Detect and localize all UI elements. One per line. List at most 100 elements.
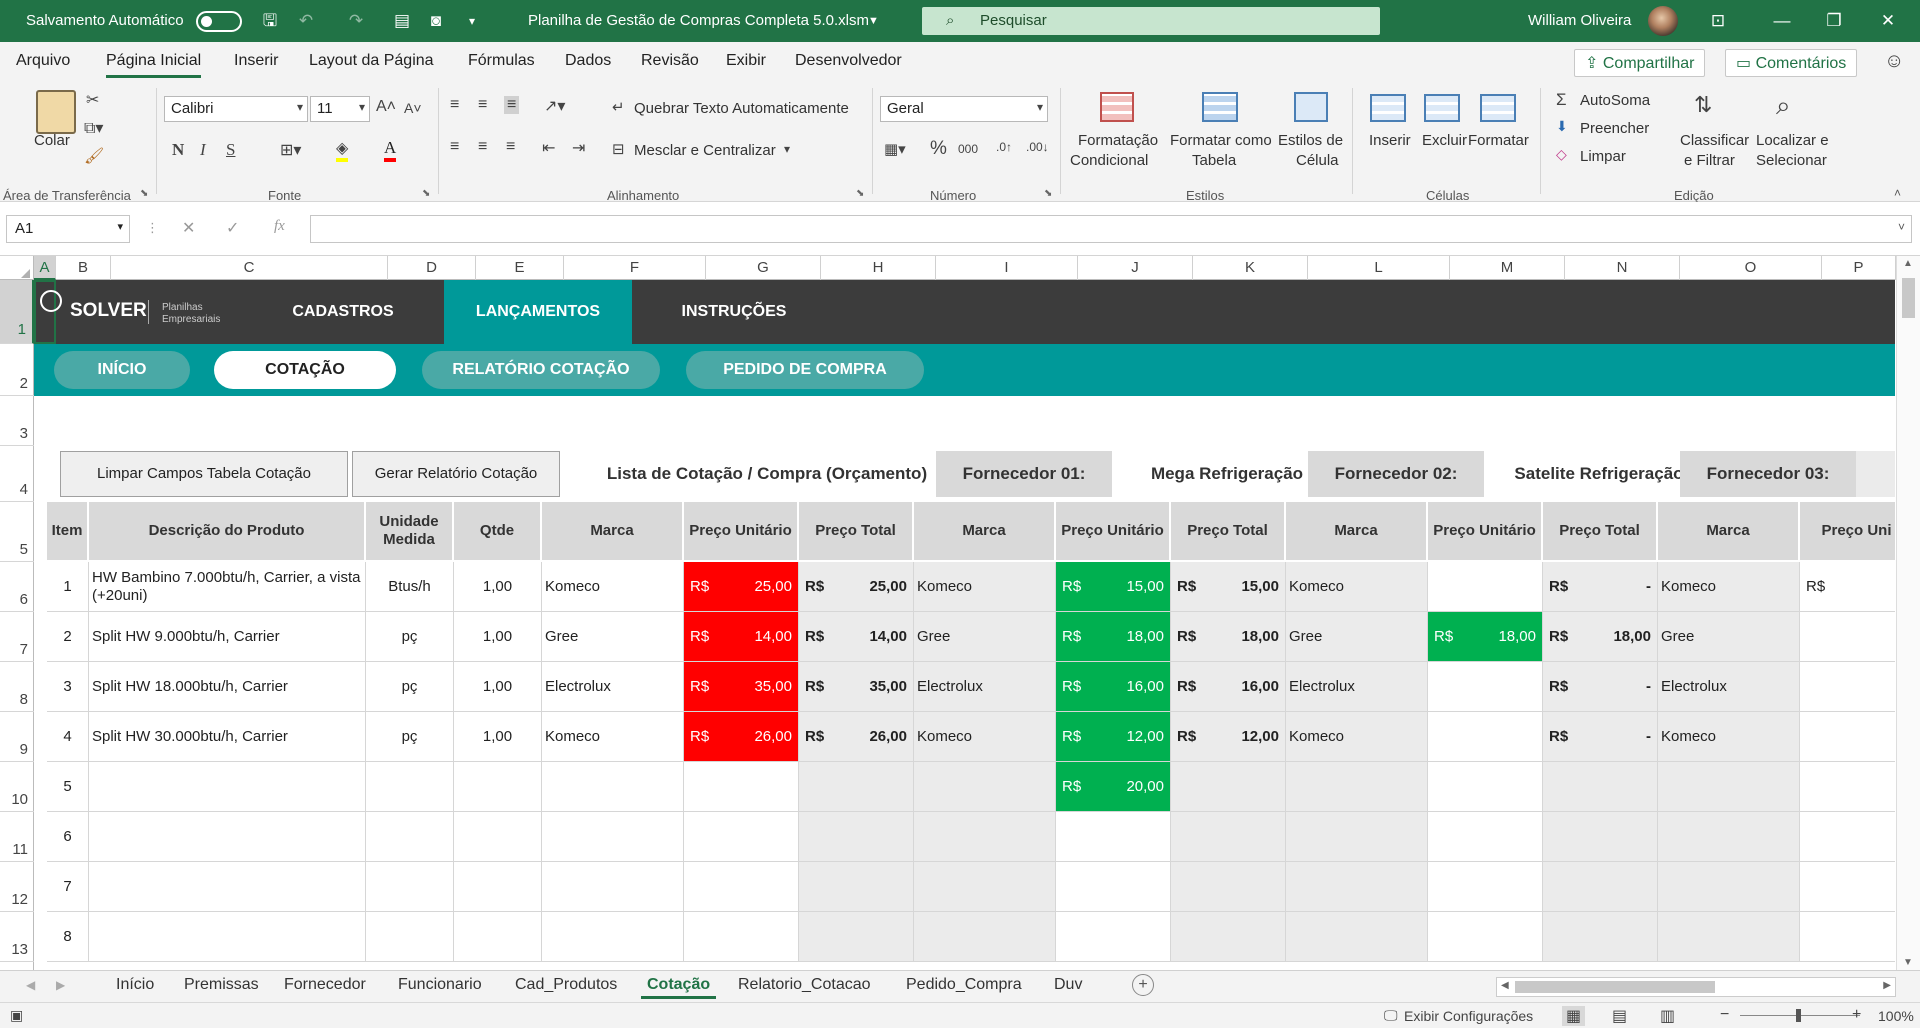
cell-unit[interactable]: Btus/h <box>366 562 454 612</box>
close-icon[interactable]: ✕ <box>1878 11 1898 31</box>
pill-relatorio-cotacao[interactable]: RELATÓRIO COTAÇÃO <box>422 351 660 389</box>
cell-brand[interactable]: Gree <box>542 612 684 662</box>
cell-p3[interactable] <box>1800 662 1895 712</box>
cell-item[interactable]: 8 <box>47 912 89 962</box>
cell-b2[interactable] <box>1286 762 1428 812</box>
cell-t0[interactable] <box>799 762 914 812</box>
cell-b2[interactable] <box>1286 862 1428 912</box>
insert-function-icon[interactable]: fx <box>274 218 285 235</box>
cell-t1[interactable]: R$ 12,00 <box>1171 712 1286 762</box>
scroll-thumb[interactable] <box>1902 278 1915 318</box>
cell-b1[interactable] <box>914 812 1056 862</box>
zoom-slider-thumb[interactable] <box>1796 1009 1801 1022</box>
cell-p1[interactable]: R$ 18,00 <box>1056 612 1171 662</box>
cell-brand[interactable]: Electrolux <box>542 662 684 712</box>
cell-p1[interactable] <box>1056 812 1171 862</box>
decrease-decimal-icon[interactable]: .00↓ <box>1026 140 1049 154</box>
cell-t0[interactable]: R$ 35,00 <box>799 662 914 712</box>
autosum-icon[interactable]: Σ <box>1556 90 1567 110</box>
col-header-c[interactable]: C <box>111 256 388 280</box>
cell-desc[interactable]: Split HW 9.000btu/h, Carrier <box>89 612 366 662</box>
row-header-7[interactable]: 7 <box>0 612 34 662</box>
number-format-select[interactable]: Geral <box>880 96 1048 122</box>
cell-p3[interactable] <box>1800 862 1895 912</box>
cell-unit[interactable]: pç <box>366 662 454 712</box>
align-top-icon[interactable]: ≡ <box>450 96 459 114</box>
cell-t2[interactable]: R$ - <box>1543 662 1658 712</box>
cell-b2[interactable]: Komeco <box>1286 712 1428 762</box>
sheet-tab-funcionario[interactable]: Funcionario <box>398 976 482 994</box>
tab-formulas[interactable]: Fórmulas <box>468 52 535 70</box>
cell-qty[interactable] <box>454 912 542 962</box>
cell-p3[interactable] <box>1800 912 1895 962</box>
cell-b2[interactable] <box>1286 812 1428 862</box>
sheet-tab-inicio[interactable]: Início <box>116 976 154 994</box>
name-box[interactable]: A1 ▾ <box>6 215 130 243</box>
accounting-icon[interactable]: ▦▾ <box>884 140 906 158</box>
cell-p2[interactable] <box>1428 712 1543 762</box>
paste-icon[interactable] <box>36 90 76 134</box>
col-header-k[interactable]: K <box>1193 256 1308 280</box>
cell-p0[interactable] <box>684 762 799 812</box>
grow-font-icon[interactable]: A˄ <box>376 98 396 116</box>
col-header-o[interactable]: O <box>1680 256 1822 280</box>
percent-icon[interactable]: % <box>930 138 947 160</box>
cell-qty[interactable] <box>454 812 542 862</box>
col-header-m[interactable]: M <box>1450 256 1565 280</box>
comments-button[interactable]: ▭ Comentários <box>1725 49 1858 77</box>
col-header-h[interactable]: H <box>821 256 936 280</box>
cell-t0[interactable]: R$ 25,00 <box>799 562 914 612</box>
format-table-label-2[interactable]: Tabela <box>1192 152 1236 169</box>
nav-instrucoes[interactable]: INSTRUÇÕES <box>662 280 806 344</box>
sheet-tab-cad-produtos[interactable]: Cad_Produtos <box>515 976 617 994</box>
conditional-format-icon[interactable] <box>1100 92 1134 122</box>
formula-input[interactable]: ˅ <box>310 215 1912 243</box>
cell-t0[interactable]: R$ 26,00 <box>799 712 914 762</box>
minimize-icon[interactable]: — <box>1772 11 1792 31</box>
wrap-text-button[interactable]: Quebrar Texto Automaticamente <box>634 100 849 117</box>
font-color-icon[interactable]: A <box>384 138 397 162</box>
row-header-6[interactable]: 6 <box>0 562 34 612</box>
cell-styles-label-1[interactable]: Estilos de <box>1278 132 1343 149</box>
page-layout-view-icon[interactable]: ▤ <box>1612 1006 1627 1026</box>
cell-t2[interactable]: R$ - <box>1543 562 1658 612</box>
sheet-tab-pedido-compra[interactable]: Pedido_Compra <box>906 976 1022 994</box>
row-header-3[interactable]: 3 <box>0 396 34 446</box>
cell-t1[interactable] <box>1171 862 1286 912</box>
cell-t2[interactable] <box>1543 762 1658 812</box>
cell-b3[interactable]: Electrolux <box>1658 662 1800 712</box>
cell-b1[interactable]: Komeco <box>914 712 1056 762</box>
cell-t2[interactable]: R$ - <box>1543 712 1658 762</box>
cell-b3[interactable]: Gree <box>1658 612 1800 662</box>
cell-b3[interactable]: Komeco <box>1658 712 1800 762</box>
format-table-label-1[interactable]: Formatar como <box>1170 132 1272 149</box>
cell-styles-icon[interactable] <box>1294 92 1328 122</box>
macro-record-icon[interactable]: ▣ <box>10 1007 23 1024</box>
tab-exibir[interactable]: Exibir <box>726 52 766 70</box>
align-center-icon[interactable]: ≡ <box>478 138 487 156</box>
expand-formula-icon[interactable]: ˅ <box>1898 220 1905 234</box>
enter-icon[interactable]: ✓ <box>226 218 239 238</box>
cell-t1[interactable]: R$ 15,00 <box>1171 562 1286 612</box>
row-header-10[interactable]: 10 <box>0 762 34 812</box>
find-select-icon[interactable]: ⌕ <box>1776 90 1791 122</box>
pill-inicio[interactable]: INÍCIO <box>54 351 190 389</box>
cell-p2[interactable] <box>1428 812 1543 862</box>
cell-desc[interactable] <box>89 812 366 862</box>
cell-t2[interactable] <box>1543 862 1658 912</box>
nav-lancamentos[interactable]: LANÇAMENTOS <box>444 280 632 344</box>
cell-t0[interactable] <box>799 812 914 862</box>
row-header-8[interactable]: 8 <box>0 662 34 712</box>
cell-brand[interactable] <box>542 762 684 812</box>
cell-t2[interactable] <box>1543 812 1658 862</box>
undo-icon[interactable]: ↶ <box>296 11 316 31</box>
redo-icon[interactable]: ↷ <box>346 11 366 31</box>
collapse-ribbon-icon[interactable]: ˄ <box>1894 186 1901 200</box>
next-sheet-icon[interactable]: ▶ <box>56 978 65 992</box>
format-cells-button[interactable]: Formatar <box>1468 132 1529 149</box>
tab-pagina-inicial[interactable]: Página Inicial <box>106 52 202 78</box>
clear-quotation-button[interactable]: Limpar Campos Tabela Cotação <box>60 451 348 497</box>
cell-unit[interactable]: pç <box>366 612 454 662</box>
increase-indent-icon[interactable]: ⇥ <box>572 138 585 158</box>
row-header-12[interactable]: 12 <box>0 862 34 912</box>
